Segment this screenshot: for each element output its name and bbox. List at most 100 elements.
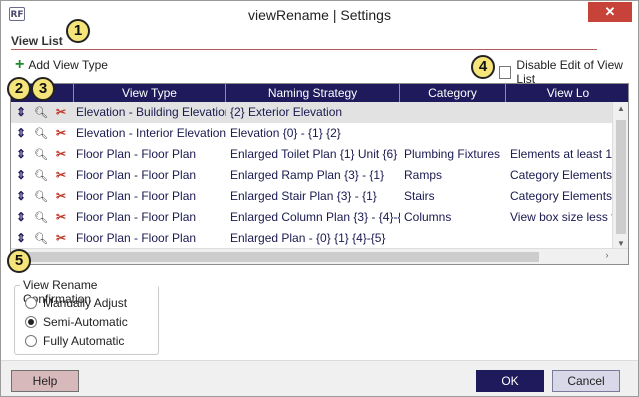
delete-icon[interactable]: ✂ — [51, 186, 71, 207]
search-icon[interactable]: 🔍︎ — [31, 186, 51, 207]
cell-category[interactable]: Plumbing Fixtures — [400, 144, 506, 165]
callout-3: 3 — [31, 77, 55, 101]
cell-view-type[interactable]: Elevation - Building Elevation — [74, 102, 226, 123]
delete-icon[interactable]: ✂ — [51, 123, 71, 144]
cell-view-type[interactable]: Floor Plan - Floor Plan — [74, 228, 226, 249]
cell-view-logic[interactable] — [506, 228, 614, 249]
close-button[interactable]: ✕ — [588, 2, 632, 22]
cell-view-logic[interactable] — [506, 102, 614, 123]
table-row[interactable]: ⇕ 🔍︎ ✂ Floor Plan - Floor Plan Enlarged Stai… — [11, 186, 614, 207]
view-list-heading: View List — [11, 34, 63, 48]
radio-fully-automatic[interactable]: Fully Automatic — [25, 334, 124, 348]
search-icon[interactable]: 🔍︎ — [31, 144, 51, 165]
callout-5: 5 — [7, 249, 31, 273]
cell-naming-strategy[interactable]: Enlarged Stair Plan {3} - {1} — [226, 186, 400, 207]
section-divider — [11, 49, 597, 50]
table-row[interactable]: ⇕ 🔍︎ ✂ Floor Plan - Floor Plan Enlarged Toil… — [11, 144, 614, 165]
radio-fully-automatic-indicator[interactable] — [25, 335, 37, 347]
search-icon[interactable]: 🔍︎ — [31, 228, 51, 249]
ok-button[interactable]: OK — [476, 370, 544, 392]
help-button[interactable]: Help — [11, 370, 79, 392]
settings-window: RF viewRename | Settings ✕ View List 1 2… — [0, 0, 639, 397]
cell-view-logic[interactable] — [506, 123, 614, 144]
cell-naming-strategy[interactable]: {2} Exterior Elevation — [226, 102, 400, 123]
search-icon[interactable]: 🔍︎ — [31, 102, 51, 123]
cell-view-type[interactable]: Elevation - Interior Elevation — [74, 123, 226, 144]
radio-manually-adjust[interactable]: Manually Adjust — [25, 296, 127, 310]
reorder-icon[interactable]: ⇕ — [11, 144, 31, 165]
callout-1: 1 — [66, 19, 90, 43]
dialog-footer: Help OK Cancel — [1, 360, 638, 396]
table-row[interactable]: ⇕ 🔍︎ ✂ Floor Plan - Floor Plan Enlarged Plan… — [11, 228, 614, 249]
disable-edit-checkbox[interactable] — [499, 65, 512, 79]
disable-edit-toggle[interactable]: Disable Edit of View List — [499, 58, 638, 86]
cell-view-logic[interactable]: Category Elements o — [506, 186, 614, 207]
cell-naming-strategy[interactable]: Elevation {0} - {1} {2} — [226, 123, 400, 144]
cell-view-type[interactable]: Floor Plan - Floor Plan — [74, 144, 226, 165]
cell-naming-strategy[interactable]: Enlarged Column Plan {3} - {4}-{5} — [226, 207, 400, 228]
plus-icon: + — [15, 56, 25, 73]
cell-naming-strategy[interactable]: Enlarged Plan - {0} {1} {4}-{5} — [226, 228, 400, 249]
add-view-type-button[interactable]: + Add View Type — [15, 56, 108, 73]
delete-icon[interactable]: ✂ — [51, 207, 71, 228]
header-view-logic[interactable]: View Lo — [506, 84, 628, 102]
radio-semi-automatic-label: Semi-Automatic — [43, 315, 128, 329]
vertical-scrollbar[interactable]: ▲ ▼ — [612, 102, 628, 250]
cell-view-logic[interactable]: Elements at least 10% — [506, 144, 614, 165]
cancel-button[interactable]: Cancel — [552, 370, 620, 392]
cell-category[interactable] — [400, 228, 506, 249]
radio-manually-adjust-label: Manually Adjust — [43, 296, 128, 310]
cell-category[interactable] — [400, 102, 506, 123]
horizontal-scroll-thumb[interactable] — [27, 252, 539, 262]
scroll-up-icon[interactable]: ▲ — [613, 104, 628, 113]
callout-4: 4 — [471, 55, 495, 79]
cell-category[interactable]: Ramps — [400, 165, 506, 186]
reorder-icon[interactable]: ⇕ — [11, 186, 31, 207]
rename-confirmation-group: View Rename Confirmation Manually Adjust… — [14, 278, 159, 355]
cell-category[interactable] — [400, 123, 506, 144]
grid-body: ⇕ 🔍︎ ✂ Elevation - Building Elevation {2} Ex… — [11, 102, 614, 249]
cell-naming-strategy[interactable]: Enlarged Toilet Plan {1} Unit {6} {3} — [226, 144, 400, 165]
header-category[interactable]: Category — [400, 84, 506, 102]
table-row[interactable]: ⇕ 🔍︎ ✂ Elevation - Interior Elevation Elevat… — [11, 123, 614, 144]
view-list-grid[interactable]: View Type Naming Strategy Category View … — [10, 83, 629, 265]
search-icon[interactable]: 🔍︎ — [31, 123, 51, 144]
title-bar: RF viewRename | Settings ✕ — [1, 1, 638, 29]
window-title: viewRename | Settings — [248, 7, 391, 23]
scroll-down-icon[interactable]: ▼ — [613, 239, 628, 248]
reorder-icon[interactable]: ⇕ — [11, 165, 31, 186]
scroll-right-icon[interactable]: › — [600, 250, 614, 260]
table-row[interactable]: ⇕ 🔍︎ ✂ Floor Plan - Floor Plan Enlarged Colu… — [11, 207, 614, 228]
reorder-icon[interactable]: ⇕ — [11, 123, 31, 144]
cell-view-logic[interactable]: View box size less tha — [506, 207, 614, 228]
cell-view-type[interactable]: Floor Plan - Floor Plan — [74, 207, 226, 228]
disable-edit-label: Disable Edit of View List — [516, 58, 623, 86]
reorder-icon[interactable]: ⇕ — [11, 102, 31, 123]
header-view-type[interactable]: View Type — [74, 84, 226, 102]
reorder-icon[interactable]: ⇕ — [11, 228, 31, 249]
radio-semi-automatic-indicator[interactable] — [25, 316, 37, 328]
table-row[interactable]: ⇕ 🔍︎ ✂ Elevation - Building Elevation {2} Ex… — [11, 102, 614, 123]
delete-icon[interactable]: ✂ — [51, 165, 71, 186]
horizontal-scrollbar[interactable]: › — [11, 248, 628, 264]
table-row[interactable]: ⇕ 🔍︎ ✂ Floor Plan - Floor Plan Enlarged Ramp… — [11, 165, 614, 186]
reorder-icon[interactable]: ⇕ — [11, 207, 31, 228]
search-icon[interactable]: 🔍︎ — [31, 165, 51, 186]
cell-view-type[interactable]: Floor Plan - Floor Plan — [74, 165, 226, 186]
delete-icon[interactable]: ✂ — [51, 102, 71, 123]
cell-view-type[interactable]: Floor Plan - Floor Plan — [74, 186, 226, 207]
header-naming-strategy[interactable]: Naming Strategy — [226, 84, 400, 102]
delete-icon[interactable]: ✂ — [51, 228, 71, 249]
cell-view-logic[interactable]: Category Elements o — [506, 165, 614, 186]
cell-naming-strategy[interactable]: Enlarged Ramp Plan {3} - {1} — [226, 165, 400, 186]
cell-category[interactable]: Stairs — [400, 186, 506, 207]
vertical-scroll-thumb[interactable] — [616, 120, 626, 234]
cell-category[interactable]: Columns — [400, 207, 506, 228]
grid-header: View Type Naming Strategy Category View … — [11, 84, 628, 102]
search-icon[interactable]: 🔍︎ — [31, 207, 51, 228]
add-view-type-label: Add View Type — [28, 58, 108, 72]
radio-semi-automatic[interactable]: Semi-Automatic — [25, 315, 128, 329]
delete-icon[interactable]: ✂ — [51, 144, 71, 165]
radio-manually-adjust-indicator[interactable] — [25, 297, 37, 309]
radio-fully-automatic-label: Fully Automatic — [43, 334, 125, 348]
